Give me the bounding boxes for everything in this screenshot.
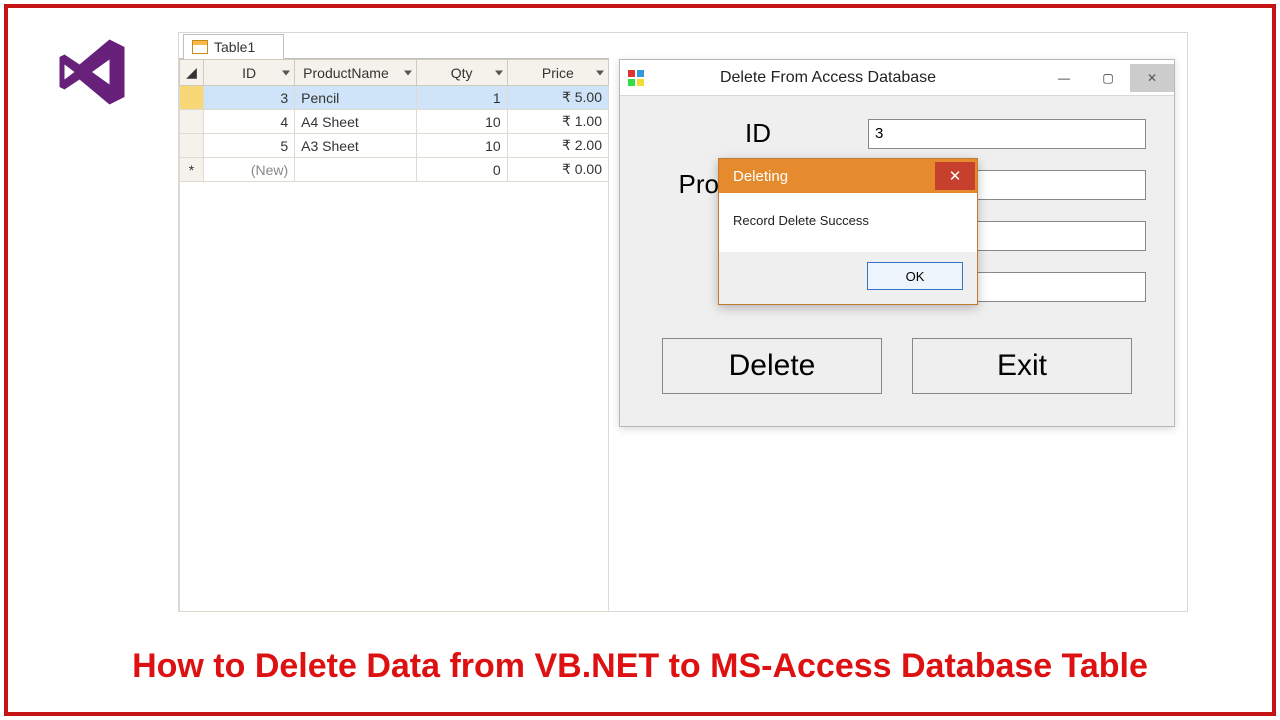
- cell[interactable]: Pencil: [295, 86, 416, 110]
- visual-studio-icon: [52, 32, 132, 112]
- cell[interactable]: ₹ 0.00: [507, 158, 608, 182]
- close-button[interactable]: ✕: [1130, 64, 1174, 92]
- content-area: Table1 ◢ ID ProductName Qty Price: [178, 32, 1188, 612]
- winform-titlebar[interactable]: Delete From Access Database — ▢ ✕: [620, 60, 1174, 96]
- header-row: ◢ ID ProductName Qty Price: [180, 60, 609, 86]
- cell[interactable]: [295, 158, 416, 182]
- exit-button[interactable]: Exit: [912, 338, 1132, 394]
- cell[interactable]: A4 Sheet: [295, 110, 416, 134]
- cell[interactable]: 4: [204, 110, 295, 134]
- row-selector[interactable]: [180, 134, 204, 158]
- tab-label: Table1: [214, 39, 255, 55]
- winform-title: Delete From Access Database: [654, 69, 1042, 87]
- delete-button[interactable]: Delete: [662, 338, 882, 394]
- winform-icon: [628, 70, 644, 86]
- row-selector[interactable]: [180, 86, 204, 110]
- maximize-button[interactable]: ▢: [1086, 64, 1130, 92]
- label-id: ID: [648, 118, 868, 149]
- messagebox-title: Deleting: [733, 168, 788, 185]
- tutorial-frame: Table1 ◢ ID ProductName Qty Price: [4, 4, 1276, 716]
- cell[interactable]: ₹ 2.00: [507, 134, 608, 158]
- table-icon: [192, 40, 208, 54]
- cell[interactable]: 3: [204, 86, 295, 110]
- new-row[interactable]: * (New) 0 ₹ 0.00: [180, 158, 609, 182]
- cell[interactable]: 5: [204, 134, 295, 158]
- row-selector-new[interactable]: *: [180, 158, 204, 182]
- minimize-button[interactable]: —: [1042, 64, 1086, 92]
- col-qty[interactable]: Qty: [416, 60, 507, 86]
- cell[interactable]: A3 Sheet: [295, 134, 416, 158]
- access-tab[interactable]: Table1: [183, 34, 284, 59]
- messagebox-footer: OK: [719, 252, 977, 304]
- messagebox-ok-button[interactable]: OK: [867, 262, 963, 290]
- cell[interactable]: 0: [416, 158, 507, 182]
- cell[interactable]: ₹ 1.00: [507, 110, 608, 134]
- col-price[interactable]: Price: [507, 60, 608, 86]
- id-field[interactable]: [868, 119, 1146, 149]
- datasheet: ◢ ID ProductName Qty Price 3 Pencil 1: [179, 58, 609, 182]
- row-selector-header[interactable]: ◢: [180, 60, 204, 86]
- col-id[interactable]: ID: [204, 60, 295, 86]
- messagebox-titlebar[interactable]: Deleting ✕: [719, 159, 977, 193]
- messagebox: Deleting ✕ Record Delete Success OK: [718, 158, 978, 305]
- cell[interactable]: 1: [416, 86, 507, 110]
- caption-text: How to Delete Data from VB.NET to MS-Acc…: [8, 647, 1272, 686]
- messagebox-body: Record Delete Success: [719, 193, 977, 252]
- cell[interactable]: 10: [416, 110, 507, 134]
- table-row[interactable]: 3 Pencil 1 ₹ 5.00: [180, 86, 609, 110]
- messagebox-close-button[interactable]: ✕: [935, 162, 975, 190]
- window-controls: — ▢ ✕: [1042, 64, 1174, 92]
- datasheet-empty-area: [179, 182, 609, 612]
- cell[interactable]: 10: [416, 134, 507, 158]
- cell[interactable]: ₹ 5.00: [507, 86, 608, 110]
- col-productname[interactable]: ProductName: [295, 60, 416, 86]
- row-selector[interactable]: [180, 110, 204, 134]
- table-row[interactable]: 4 A4 Sheet 10 ₹ 1.00: [180, 110, 609, 134]
- cell[interactable]: (New): [204, 158, 295, 182]
- table-row[interactable]: 5 A3 Sheet 10 ₹ 2.00: [180, 134, 609, 158]
